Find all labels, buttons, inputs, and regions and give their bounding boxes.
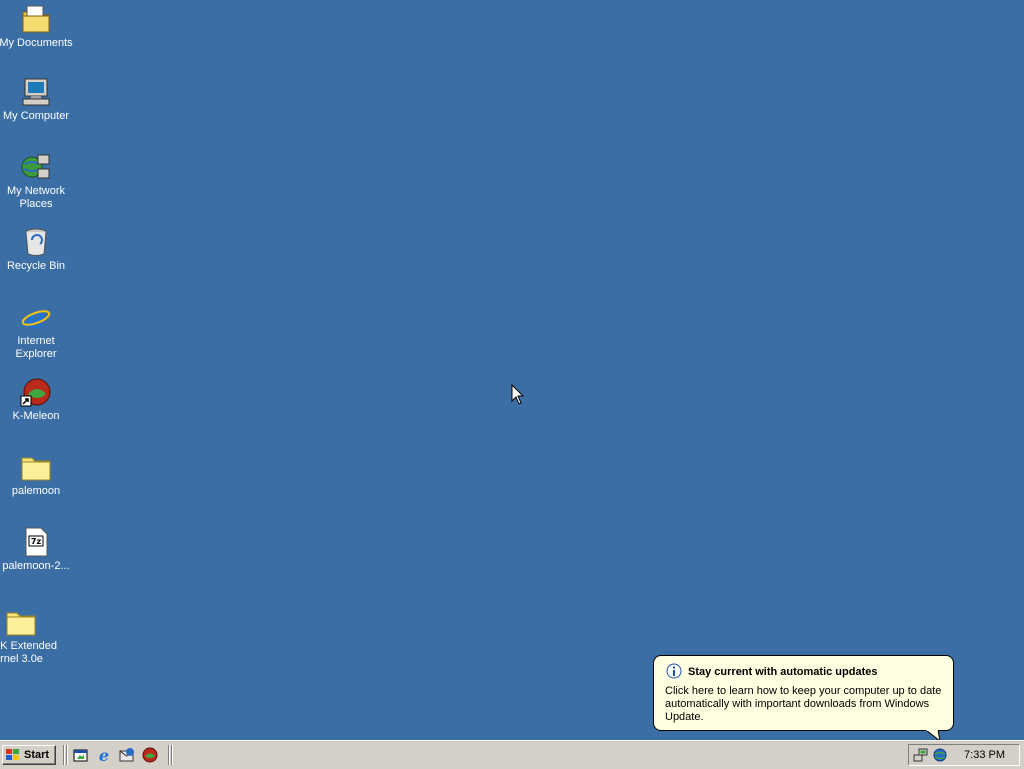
desktop-icon-label: My Documents: [0, 37, 73, 49]
start-button[interactable]: Start: [2, 745, 56, 765]
network-places-icon: [21, 154, 50, 179]
my-computer-icon: [22, 78, 50, 106]
desktop-icon-extended-kernel-folder[interactable]: 2K Extendedernel 3.0e: [0, 606, 60, 666]
desktop-icon-internet-explorer[interactable]: e Internet Explorer: [0, 301, 74, 361]
start-label: Start: [24, 749, 50, 761]
svg-text:e: e: [99, 747, 109, 763]
desktop-icon-label: K-Meleon: [12, 410, 60, 422]
desktop-icon-label: My Network Places: [6, 185, 66, 210]
windows-logo-icon: [6, 749, 19, 760]
taskbar-separator: [171, 745, 173, 765]
folder-icon: [6, 612, 36, 636]
balloon-title: Stay current with automatic updates: [688, 666, 878, 678]
my-documents-icon: [22, 5, 50, 33]
desktop-icon-label: My Computer: [2, 110, 70, 122]
mouse-cursor-icon: [511, 384, 525, 405]
internet-explorer-icon[interactable]: e: [96, 747, 112, 763]
desktop-icon-label: palemoon: [11, 485, 61, 497]
k-meleon-icon[interactable]: [142, 747, 158, 763]
windows-update-icon[interactable]: [933, 748, 947, 762]
desktop-icon-label: palemoon-2...: [2, 560, 70, 572]
desktop-icon-my-computer[interactable]: My Computer: [0, 76, 74, 123]
taskbar-separator: [66, 745, 68, 765]
internet-explorer-icon: e: [21, 301, 51, 333]
desktop-icon-my-network-places[interactable]: My Network Places: [0, 151, 74, 211]
desktop-icon-my-documents[interactable]: My Documents: [0, 3, 74, 50]
folder-icon: [21, 457, 51, 481]
taskbar-separator: [168, 745, 170, 765]
taskbar: Start e 7:33 PM: [0, 740, 1024, 769]
show-desktop-icon[interactable]: [73, 747, 89, 763]
svg-text:7z: 7z: [31, 537, 42, 546]
desktop-icon-palemoon-folder[interactable]: palemoon: [0, 451, 74, 498]
recycle-bin-icon: [25, 228, 47, 256]
taskbar-separator: [63, 745, 65, 765]
network-icon[interactable]: [913, 747, 929, 763]
balloon-pointer: [926, 730, 941, 740]
info-icon: [666, 663, 682, 679]
outlook-express-icon[interactable]: [119, 747, 135, 763]
k-meleon-icon: [20, 378, 51, 407]
taskbar-clock[interactable]: 7:33 PM: [964, 749, 1005, 761]
desktop-icon-label: Recycle Bin: [6, 260, 66, 272]
desktop-icon-k-meleon[interactable]: K-Meleon: [0, 376, 74, 423]
system-tray: 7:33 PM: [908, 744, 1020, 766]
update-notification-balloon[interactable]: Stay current with automatic updates Clic…: [653, 655, 954, 740]
desktop-icon-palemoon-archive[interactable]: 7z palemoon-2...: [0, 526, 74, 573]
desktop-icon-label: Internet Explorer: [15, 335, 57, 360]
desktop[interactable]: My Documents My Computer My Network Place…: [0, 0, 1024, 740]
desktop-icon-recycle-bin[interactable]: Recycle Bin: [0, 226, 74, 273]
7z-archive-icon: 7z: [25, 527, 48, 557]
svg-text:e: e: [26, 301, 45, 333]
desktop-icon-label: 2K Extendedernel 3.0e: [0, 640, 57, 665]
balloon-body: Click here to learn how to keep your com…: [665, 685, 942, 723]
